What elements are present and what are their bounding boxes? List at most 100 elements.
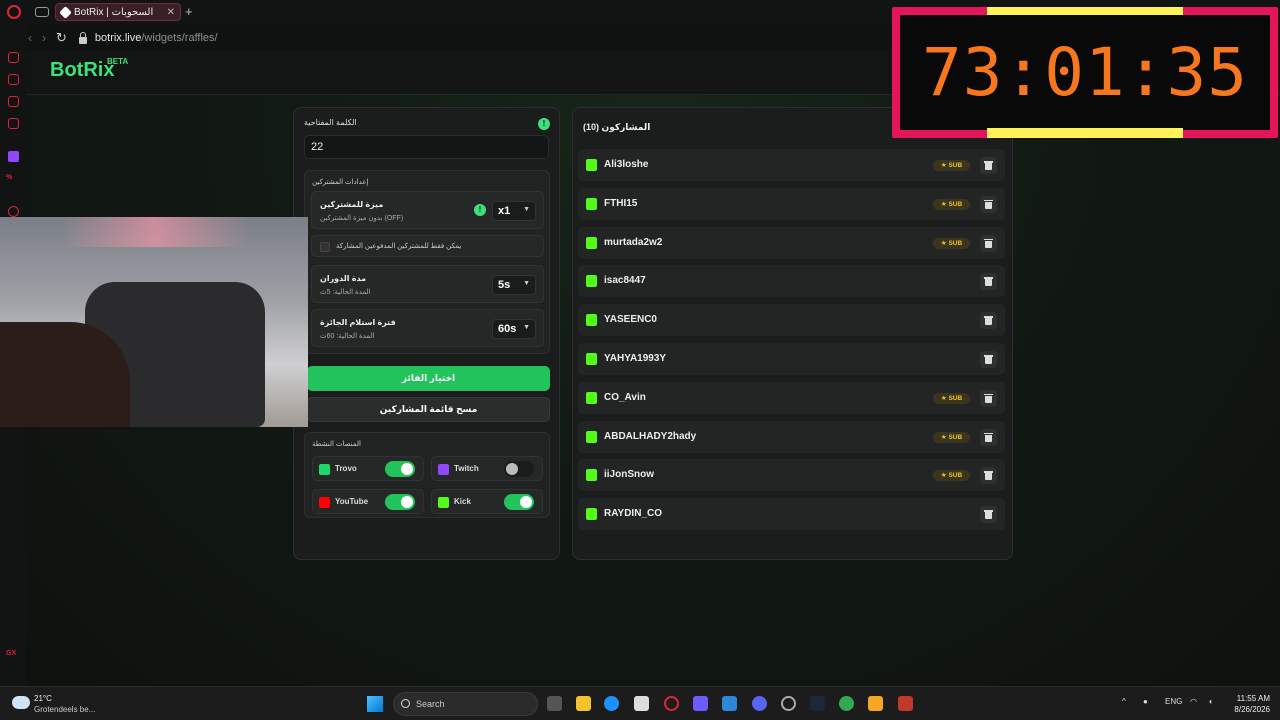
task-view-icon[interactable] xyxy=(547,696,562,711)
sub-benefit-select[interactable]: x1 ▼ xyxy=(492,201,536,221)
subscriber-settings-heading: إعدادات المشتركين xyxy=(312,179,369,186)
delete-participant-icon[interactable] xyxy=(980,467,997,485)
temperature[interactable]: 21°C xyxy=(34,694,52,703)
rotation-title: مدة الدوران xyxy=(320,274,367,283)
chrome-icon[interactable] xyxy=(839,696,854,711)
sidebar-bag-icon[interactable] xyxy=(8,74,19,85)
delete-participant-icon[interactable] xyxy=(980,506,997,524)
search-placeholder: Search xyxy=(416,699,445,709)
microphone-icon[interactable]: ● xyxy=(1143,697,1148,706)
streamer xyxy=(0,322,130,427)
platform-name: Kick xyxy=(454,497,471,506)
delete-participant-icon[interactable] xyxy=(980,234,997,252)
platform-name: YouTube xyxy=(335,497,369,506)
lock-icon[interactable] xyxy=(78,31,87,44)
opera-menu-icon[interactable] xyxy=(7,5,21,19)
sidebar-gx-label[interactable]: GX xyxy=(6,650,16,657)
app-grid-icon[interactable] xyxy=(722,696,737,711)
timer-display: 73:01:35 xyxy=(900,15,1270,130)
timer-bottom-bar xyxy=(987,128,1183,138)
edge-icon[interactable] xyxy=(604,696,619,711)
kick-icon xyxy=(586,197,597,210)
reload-icon[interactable]: ↻ xyxy=(56,30,67,46)
trovo-icon xyxy=(319,464,330,475)
delete-participant-icon[interactable] xyxy=(980,157,997,174)
paid-only-row: يمكن فقط للمشتركين المدفوعين المشاركة xyxy=(311,235,544,257)
delete-participant-icon[interactable] xyxy=(980,273,997,291)
clock-date[interactable]: 8/26/2026 xyxy=(1225,705,1270,714)
youtube-icon xyxy=(319,497,330,508)
platforms-heading: المنصات النشطة xyxy=(312,441,361,448)
sidebar-twitch-icon[interactable] xyxy=(8,151,19,162)
participant-row: FTHI15 ★ SUB xyxy=(578,187,1005,220)
weather-cloud-icon[interactable] xyxy=(12,696,30,709)
kick-toggle[interactable] xyxy=(504,494,534,510)
brand-logo[interactable]: BotRix xyxy=(50,59,114,82)
opera-gx-taskbar-icon[interactable] xyxy=(664,696,679,711)
clear-participants-button[interactable]: مسح قائمة المشاركين xyxy=(307,397,550,422)
claim-select[interactable]: 60s ▼ xyxy=(492,319,536,339)
steam-icon[interactable] xyxy=(810,696,825,711)
rotation-select[interactable]: 5s ▼ xyxy=(492,275,536,295)
back-icon[interactable]: ‹ xyxy=(28,31,32,45)
delete-participant-icon[interactable] xyxy=(980,351,997,368)
file-explorer-icon[interactable] xyxy=(576,696,591,711)
participants-card: المشاركون (10) Ali3loshe ★ SUB FTHI15 ★ SUB… xyxy=(572,107,1013,560)
discord-icon[interactable] xyxy=(752,696,767,711)
beta-badge: BETA xyxy=(107,57,129,66)
delete-participant-icon[interactable] xyxy=(980,389,997,407)
forward-icon[interactable]: › xyxy=(42,31,46,45)
sub-benefit-value: x1 xyxy=(498,205,511,217)
participants-title: المشاركون (10) xyxy=(583,122,651,132)
paid-only-checkbox[interactable] xyxy=(320,242,330,252)
start-button-icon[interactable] xyxy=(367,696,383,712)
youtube-toggle[interactable] xyxy=(385,494,415,510)
sub-benefit-title: ميزة للمشتركين xyxy=(320,200,384,209)
sidebar-clock-icon[interactable] xyxy=(8,206,19,217)
sub-badge: ★ SUB xyxy=(933,470,970,482)
kick-icon xyxy=(586,469,597,482)
new-tab-icon[interactable]: + xyxy=(185,4,193,19)
volume-icon[interactable]: ◖ xyxy=(1208,697,1213,706)
wifi-icon[interactable]: ◠ xyxy=(1190,697,1197,706)
participant-name: FTHI15 xyxy=(604,197,638,209)
url-host: botrix.live xyxy=(94,32,142,44)
delete-participant-icon[interactable] xyxy=(980,428,997,446)
pick-winner-button[interactable]: اختيار الفائز xyxy=(307,366,550,391)
sidebar-news-icon[interactable] xyxy=(8,118,19,129)
sub-badge-label: SUB xyxy=(948,162,963,169)
participant-row: CO_Avin ★ SUB xyxy=(578,381,1005,414)
obs-icon[interactable] xyxy=(781,696,796,711)
sidebar-speed-dial-icon[interactable] xyxy=(8,52,19,63)
trovo-toggle[interactable] xyxy=(385,461,415,477)
shield-app-icon[interactable] xyxy=(898,696,913,711)
url-field[interactable]: botrix.live/widgets/raffles/ xyxy=(95,32,218,44)
tab-botrix[interactable]: BotRix | السحوبات ✕ xyxy=(55,3,181,21)
delete-participant-icon[interactable] xyxy=(980,312,997,330)
language-indicator[interactable]: ENG xyxy=(1165,697,1182,706)
tray-chevron-icon[interactable]: ^ xyxy=(1122,697,1126,706)
clock-time[interactable]: 11:55 AM xyxy=(1230,694,1270,703)
claim-period-row: فترة استلام الجائزة المدة الحالية: 60ث 6… xyxy=(311,309,544,347)
subscriber-settings-panel: إعدادات المشتركين ميزة للمشتركين بدون مي… xyxy=(304,170,550,354)
keyword-input[interactable]: 22 xyxy=(304,135,549,159)
botrix-taskbar-icon[interactable] xyxy=(868,696,883,711)
sidebar-percent-icon[interactable]: % xyxy=(6,174,12,181)
participant-name: ABDALHADY2hady xyxy=(604,430,697,442)
keyword-info-icon[interactable]: ! xyxy=(538,118,550,130)
sidebar-messenger-icon[interactable] xyxy=(8,96,19,107)
tab-islands-icon[interactable] xyxy=(35,7,49,17)
delete-participant-icon[interactable] xyxy=(980,195,997,213)
sub-benefit-info-icon[interactable]: ! xyxy=(474,204,486,216)
taskbar-search[interactable]: Search xyxy=(393,692,538,716)
twitch-toggle[interactable] xyxy=(504,461,534,477)
chevron-down-icon: ▼ xyxy=(523,324,530,331)
active-platforms-panel: المنصات النشطة Trovo Twitch YouTube Kick xyxy=(304,432,550,518)
video-editor-icon[interactable] xyxy=(693,696,708,711)
store-icon[interactable] xyxy=(634,696,649,711)
tab-close-icon[interactable]: ✕ xyxy=(167,7,175,18)
participant-name: Ali3loshe xyxy=(604,159,649,170)
rotation-duration-row: مدة الدوران المدة الحالية: 5ث 5s ▼ xyxy=(311,265,544,303)
participant-name: isac8447 xyxy=(604,275,646,287)
weather-desc[interactable]: Grotendeels be... xyxy=(34,705,95,714)
